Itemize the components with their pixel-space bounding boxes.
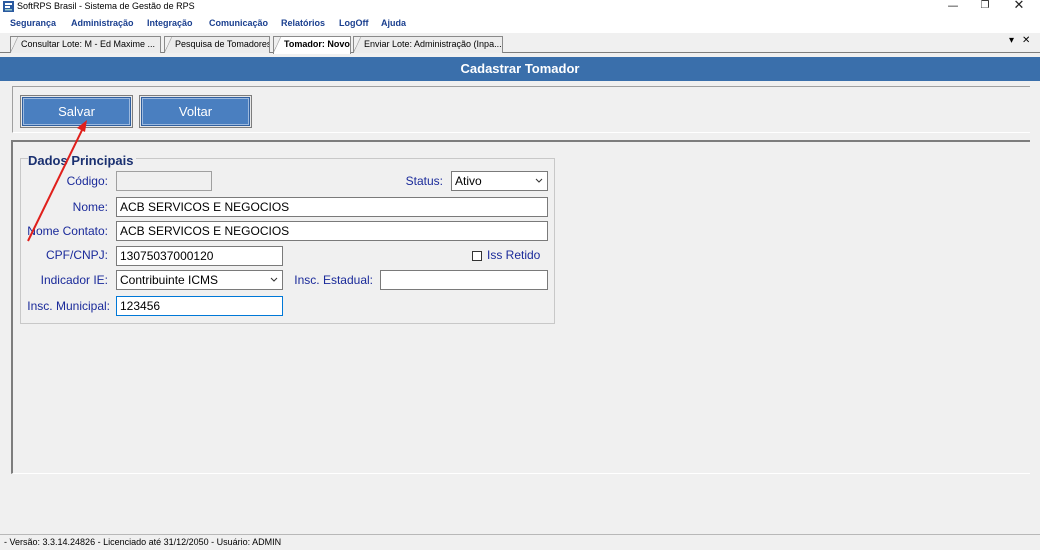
nome-contato-label: Nome Contato: <box>27 224 108 238</box>
nome-field[interactable]: ACB SERVICOS E NEGOCIOS <box>116 197 548 217</box>
cpf-cnpj-field[interactable]: 13075037000120 <box>116 246 283 266</box>
page-title: Cadastrar Tomador <box>0 57 1040 81</box>
status-bar: - Versão: 3.3.14.24826 - Licenciado até … <box>0 534 1040 550</box>
window-title: SoftRPS Brasil - Sistema de Gestão de RP… <box>17 1 195 11</box>
nome-label: Nome: <box>72 200 108 214</box>
save-button[interactable]: Salvar <box>22 97 131 126</box>
insc-municipal-field[interactable]: 123456 <box>116 296 283 316</box>
document-tab-strip: Consultar Lote: M - Ed Maxime ... Pesqui… <box>0 33 1040 54</box>
group-title: Dados Principais <box>28 153 137 168</box>
menu-ajuda[interactable]: Ajuda <box>381 17 406 29</box>
status-label: Status: <box>405 174 443 188</box>
chevron-down-icon <box>535 178 543 183</box>
cpf-cnpj-label: CPF/CNPJ: <box>45 248 108 262</box>
chevron-down-icon <box>270 277 278 282</box>
tab-list-dropdown-icon[interactable]: ▾ <box>1009 35 1014 46</box>
close-tab-icon[interactable]: ✕ <box>1022 35 1030 46</box>
tab-enviar-lote[interactable]: Enviar Lote: Administração (Inpa... <box>353 36 503 53</box>
back-button[interactable]: Voltar <box>141 97 250 126</box>
insc-estadual-field[interactable] <box>380 270 548 290</box>
menu-logoff[interactable]: LogOff <box>339 17 369 29</box>
menu-comunicacao[interactable]: Comunicação <box>209 17 268 29</box>
nome-contato-field[interactable]: ACB SERVICOS E NEGOCIOS <box>116 221 548 241</box>
indicador-ie-select[interactable]: Contribuinte ICMS <box>116 270 283 290</box>
menu-administracao[interactable]: Administração <box>71 17 134 29</box>
title-bar: SoftRPS Brasil - Sistema de Gestão de RP… <box>0 0 1040 14</box>
status-select[interactable]: Ativo <box>451 171 548 191</box>
minimize-button[interactable]: — <box>938 0 968 14</box>
iss-retido-label[interactable]: Iss Retido <box>487 246 540 264</box>
insc-estadual-label: Insc. Estadual: <box>294 273 373 287</box>
app-icon <box>3 1 14 12</box>
indicador-ie-value: Contribuinte ICMS <box>120 273 219 287</box>
close-window-button[interactable]: ✕ <box>1004 0 1034 14</box>
indicador-ie-label: Indicador IE: <box>40 273 108 287</box>
menu-seguranca[interactable]: Segurança <box>10 17 56 29</box>
status-value: Ativo <box>455 174 482 188</box>
tab-tomador-novo[interactable]: Tomador: Novo <box>273 36 351 54</box>
restore-button[interactable]: ❐ <box>970 0 1000 14</box>
tab-consultar-lote[interactable]: Consultar Lote: M - Ed Maxime ... <box>10 36 161 53</box>
menu-integracao[interactable]: Integração <box>147 17 193 29</box>
menu-bar: Segurança Administração Integração Comun… <box>0 14 1040 33</box>
iss-retido-checkbox[interactable] <box>472 251 482 261</box>
codigo-field[interactable] <box>116 171 212 191</box>
insc-municipal-label: Insc. Municipal: <box>27 299 110 313</box>
menu-relatorios[interactable]: Relatórios <box>281 17 325 29</box>
tab-pesquisa-tomadores[interactable]: Pesquisa de Tomadores <box>164 36 270 53</box>
codigo-label: Código: <box>66 174 108 188</box>
